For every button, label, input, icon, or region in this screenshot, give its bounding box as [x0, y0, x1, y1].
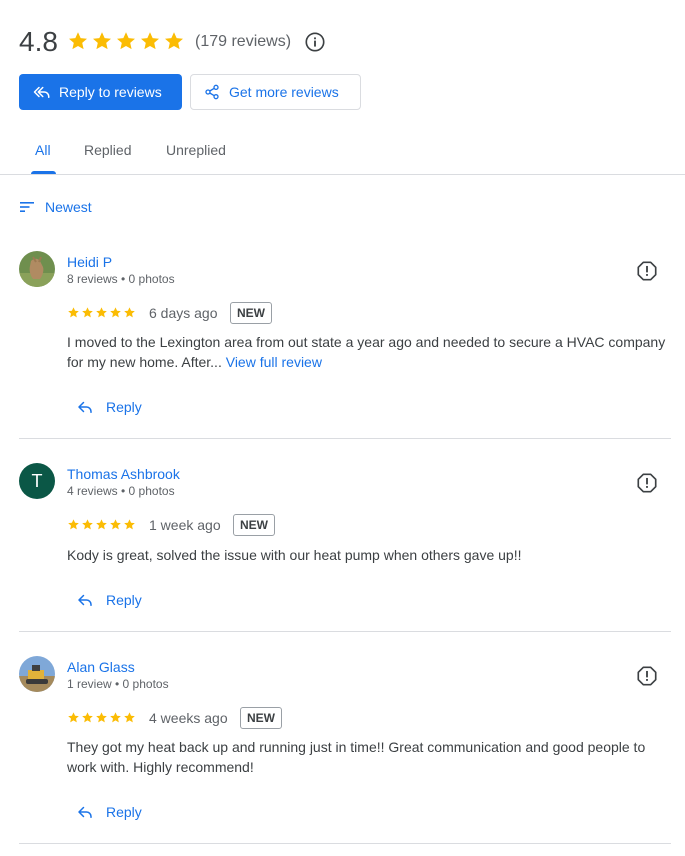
review-date: 1 week ago: [149, 517, 221, 533]
tab-replied[interactable]: Replied: [84, 140, 131, 160]
star-icon: [95, 711, 108, 724]
star-icon: [123, 306, 136, 319]
reply-button[interactable]: Reply: [76, 803, 142, 821]
review-text: They got my heat back up and running jus…: [67, 739, 646, 775]
review-divider: [19, 438, 671, 439]
rating-stars: [67, 30, 185, 52]
avatar[interactable]: [19, 656, 55, 692]
reply-icon: [76, 398, 94, 416]
star-icon: [81, 306, 94, 319]
share-icon: [205, 84, 219, 100]
star-icon: [95, 518, 108, 531]
star-icon: [109, 306, 122, 319]
review-date: 6 days ago: [149, 305, 218, 321]
reply-label: Reply: [106, 399, 142, 415]
get-more-reviews-label: Get more reviews: [229, 84, 339, 100]
flag-icon[interactable]: [636, 665, 658, 687]
new-badge: NEW: [240, 707, 282, 729]
review-stars: [67, 518, 136, 531]
review-text-body: I moved to the Lexington area from out s…: [67, 334, 666, 370]
star-icon: [67, 30, 89, 52]
reviewer-meta: 4 reviews • 0 photos: [67, 484, 175, 498]
reply-all-icon: [33, 86, 50, 98]
review-text: I moved to the Lexington area from out s…: [67, 332, 667, 372]
avatar-initial: T: [31, 470, 43, 491]
reply-to-reviews-label: Reply to reviews: [59, 84, 162, 100]
star-icon: [67, 518, 80, 531]
review-count: (179 reviews): [195, 33, 292, 50]
reviewer-name[interactable]: Heidi P: [67, 253, 112, 271]
reply-button[interactable]: Reply: [76, 398, 142, 416]
flag-icon[interactable]: [636, 260, 658, 282]
tab-unreplied[interactable]: Unreplied: [166, 140, 226, 160]
reply-button[interactable]: Reply: [76, 591, 142, 609]
get-more-reviews-button[interactable]: Get more reviews: [190, 74, 361, 110]
new-badge: NEW: [230, 302, 272, 324]
review-divider: [19, 843, 671, 844]
rating-value: 4.8: [19, 26, 58, 57]
review-divider: [19, 631, 671, 632]
star-icon: [115, 30, 137, 52]
review-stars: [67, 711, 136, 724]
star-icon: [81, 518, 94, 531]
star-icon: [67, 711, 80, 724]
sort-icon: [20, 202, 34, 212]
star-icon: [139, 30, 161, 52]
flag-icon[interactable]: [636, 472, 658, 494]
reply-label: Reply: [106, 592, 142, 608]
review-date: 4 weeks ago: [149, 710, 228, 726]
star-icon: [109, 518, 122, 531]
reviewer-meta: 1 review • 0 photos: [67, 677, 169, 691]
view-full-review-link[interactable]: View full review: [226, 354, 322, 370]
reviewer-meta: 8 reviews • 0 photos: [67, 272, 175, 286]
star-icon: [123, 711, 136, 724]
reply-icon: [76, 803, 94, 821]
avatar[interactable]: T: [19, 463, 55, 499]
tabs-divider: [0, 174, 685, 175]
review-stars: [67, 306, 136, 319]
reviewer-name[interactable]: Thomas Ashbrook: [67, 465, 180, 483]
star-icon: [95, 306, 108, 319]
star-icon: [123, 518, 136, 531]
avatar[interactable]: [19, 251, 55, 287]
info-icon[interactable]: [304, 31, 326, 53]
reviewer-name[interactable]: Alan Glass: [67, 658, 135, 676]
reply-to-reviews-button[interactable]: Reply to reviews: [19, 74, 182, 110]
reply-icon: [76, 591, 94, 609]
new-badge: NEW: [233, 514, 275, 536]
review-text: Kody is great, solved the issue with our…: [67, 547, 522, 563]
sort-button[interactable]: Newest: [20, 199, 92, 215]
star-icon: [81, 711, 94, 724]
star-icon: [109, 711, 122, 724]
tab-all[interactable]: All: [35, 140, 51, 160]
reply-label: Reply: [106, 804, 142, 820]
star-icon: [91, 30, 113, 52]
star-icon: [67, 306, 80, 319]
sort-label: Newest: [45, 199, 92, 215]
star-icon: [163, 30, 185, 52]
